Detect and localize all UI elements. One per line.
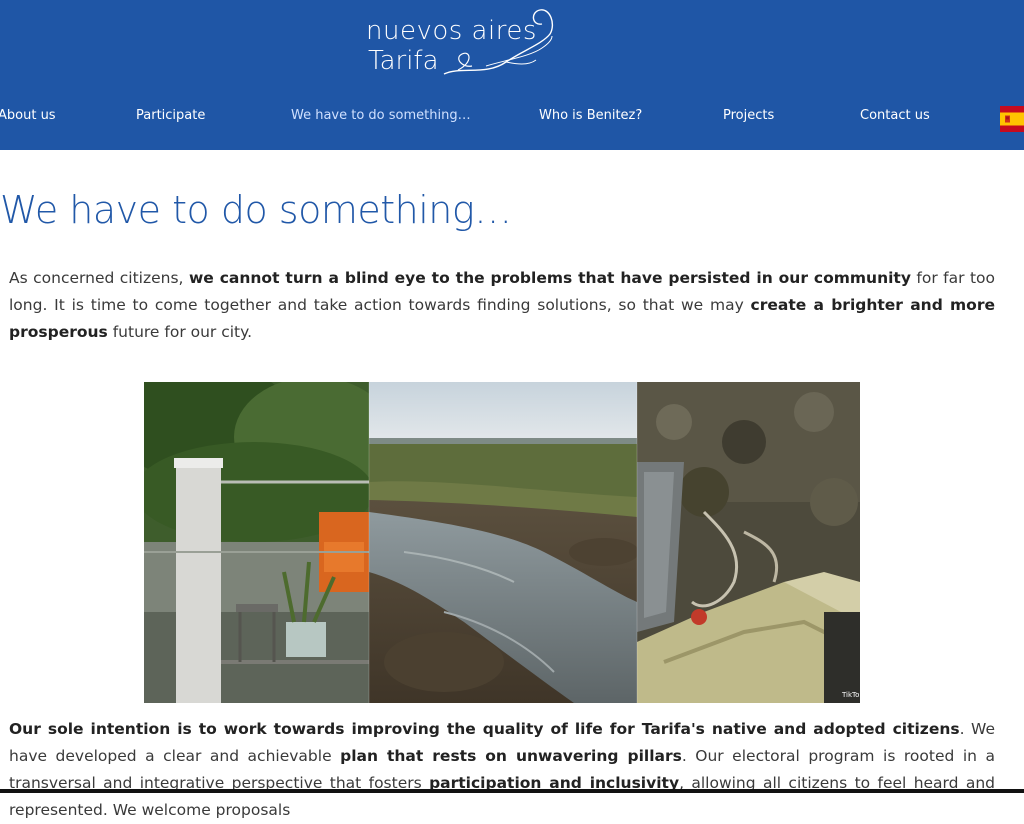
muddy-flooded-field-photo bbox=[369, 382, 639, 703]
site-header: nuevos aires Tarifa About us Participate… bbox=[0, 0, 1024, 150]
spain-flag-icon[interactable] bbox=[1000, 106, 1024, 132]
nav-item-projects[interactable]: Projects bbox=[723, 108, 774, 123]
tiktok-watermark: TikTok bbox=[841, 691, 860, 699]
site-logo[interactable]: nuevos aires Tarifa bbox=[366, 4, 556, 84]
nav-item-participate[interactable]: Participate bbox=[136, 108, 205, 123]
intro-bold-1: we cannot turn a blind eye to the proble… bbox=[188, 269, 911, 287]
logo-swirl-icon bbox=[443, 9, 554, 75]
garden-with-flooding-photo bbox=[144, 382, 394, 703]
intro-text-1: As concerned citizens, bbox=[9, 269, 189, 287]
nav-item-about-us[interactable]: About us bbox=[0, 108, 56, 123]
window-bottom-edge bbox=[0, 789, 1024, 793]
problem-photo-collage: TikTok bbox=[144, 382, 860, 703]
intro-text-3: future for our city. bbox=[107, 323, 253, 341]
sewage-overflow-photo: TikTok bbox=[637, 382, 860, 703]
nav-item-contact-us[interactable]: Contact us bbox=[860, 108, 930, 123]
intro-paragraph: As concerned citizens, we cannot turn a … bbox=[9, 265, 995, 346]
nav-item-we-have-to-do-something[interactable]: We have to do something… bbox=[291, 108, 471, 123]
body-bold-2: plan that rests on unwavering pillars bbox=[340, 747, 682, 765]
nav-item-who-is-benitez[interactable]: Who is Benitez? bbox=[539, 108, 642, 123]
page-title: We have to do something… bbox=[0, 188, 512, 232]
body-paragraph: Our sole intention is to work towards im… bbox=[9, 716, 995, 824]
body-bold-1: Our sole intention is to work towards im… bbox=[9, 720, 960, 738]
